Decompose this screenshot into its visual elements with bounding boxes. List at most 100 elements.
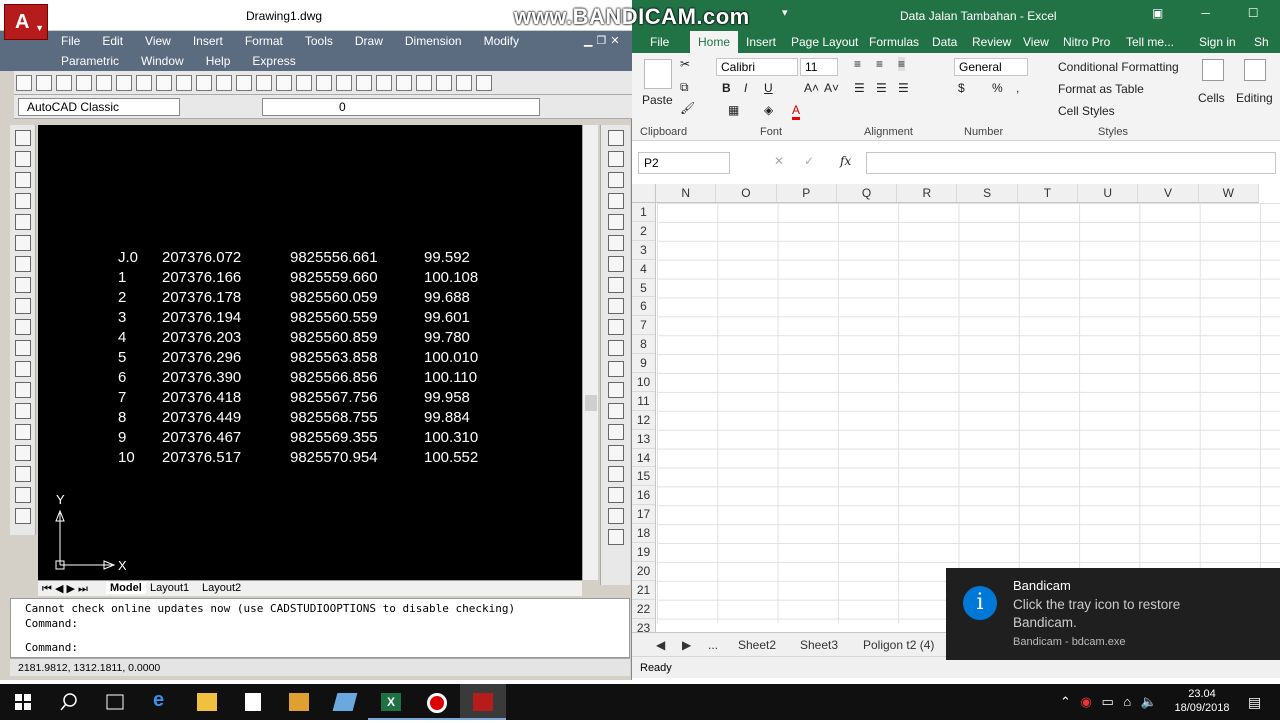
workspace-select[interactable]: AutoCAD Classic bbox=[18, 98, 180, 116]
font-name-select[interactable]: Calibri bbox=[716, 58, 798, 76]
revision-cloud-icon[interactable] bbox=[14, 277, 31, 293]
cells-button[interactable]: Cells bbox=[1198, 91, 1225, 105]
maximize-icon[interactable]: ☐ bbox=[1248, 6, 1259, 20]
extend-icon[interactable] bbox=[607, 340, 624, 356]
ribbon-display-icon[interactable]: ▣ bbox=[1152, 6, 1163, 20]
tab-nav-icon[interactable]: ⏮ ◀ ▶ ⏭ bbox=[42, 582, 88, 596]
block-editor-icon[interactable] bbox=[236, 75, 252, 91]
sheet-tab-poligon[interactable]: Poligon t2 (4) bbox=[863, 638, 934, 652]
sheet-tab-sheet2[interactable]: Sheet2 bbox=[738, 638, 776, 652]
copy-icon[interactable] bbox=[176, 75, 192, 91]
row-header[interactable]: 2 bbox=[632, 222, 655, 241]
spline-icon[interactable] bbox=[14, 298, 31, 314]
hatch-icon[interactable] bbox=[14, 424, 31, 440]
row-header[interactable]: 1 bbox=[632, 203, 655, 222]
quickcalc-icon[interactable] bbox=[476, 75, 492, 91]
sheet-prev-icon[interactable]: ◀ bbox=[656, 638, 665, 652]
column-header[interactable]: U bbox=[1078, 184, 1139, 202]
enter-icon[interactable]: ✓ bbox=[804, 154, 814, 168]
row-header[interactable]: 22 bbox=[632, 600, 655, 619]
volume-icon[interactable]: 🔈 bbox=[1141, 694, 1157, 709]
erase-icon[interactable] bbox=[607, 130, 624, 146]
column-header[interactable]: S bbox=[957, 184, 1018, 202]
fill-color-icon[interactable]: ◈ bbox=[764, 103, 773, 117]
grow-font-icon[interactable]: A˄ bbox=[804, 81, 819, 95]
group-icon[interactable] bbox=[607, 508, 624, 524]
restore-icon[interactable]: ❐ bbox=[596, 34, 606, 47]
row-header[interactable]: 19 bbox=[632, 543, 655, 562]
draw-order-icon[interactable] bbox=[607, 466, 624, 482]
edge-button[interactable]: e bbox=[138, 684, 184, 720]
row-header[interactable]: 9 bbox=[632, 354, 655, 374]
tab-home[interactable]: Home bbox=[690, 31, 739, 53]
tab-file[interactable]: File bbox=[650, 35, 669, 49]
format-as-table-button[interactable]: Format as Table bbox=[1058, 82, 1144, 96]
format-painter-icon[interactable]: 🖌 bbox=[680, 101, 695, 115]
copy-icon[interactable]: ⧉ bbox=[680, 80, 689, 95]
align-left-icon[interactable]: ☰ bbox=[854, 81, 865, 95]
name-box[interactable]: P2 bbox=[638, 152, 730, 174]
column-header[interactable]: N bbox=[656, 184, 717, 202]
mirror-icon[interactable] bbox=[607, 172, 624, 188]
menu-window[interactable]: Window bbox=[130, 51, 195, 71]
editing-button[interactable]: Editing bbox=[1236, 91, 1273, 105]
cut-icon[interactable] bbox=[156, 75, 172, 91]
new-icon[interactable] bbox=[16, 75, 32, 91]
task-view-button[interactable] bbox=[92, 684, 138, 720]
notification-toast[interactable]: i Bandicam Click the tray icon to restor… bbox=[946, 568, 1280, 660]
tab-model[interactable]: Model bbox=[106, 582, 146, 594]
properties-icon[interactable] bbox=[376, 75, 392, 91]
drawing-canvas[interactable]: J.0 207376.072 9825556.661 99.592 1 207376.16… bbox=[38, 125, 582, 580]
canvas-vertical-scrollbar[interactable] bbox=[582, 125, 598, 580]
zoom-previous-icon[interactable] bbox=[356, 75, 372, 91]
media-button[interactable] bbox=[276, 684, 322, 720]
arc-icon[interactable] bbox=[14, 235, 31, 251]
insert-function-icon[interactable]: fx bbox=[840, 154, 851, 168]
match-properties-icon[interactable] bbox=[216, 75, 232, 91]
cut-icon[interactable]: ✂ bbox=[680, 57, 690, 71]
tab-insert[interactable]: Insert bbox=[746, 35, 776, 49]
network-icon[interactable]: ⌂ bbox=[1123, 694, 1131, 709]
row-header[interactable]: 13 bbox=[632, 430, 655, 449]
tab-nitro-pro[interactable]: Nitro Pro bbox=[1063, 35, 1110, 49]
menu-help[interactable]: Help bbox=[195, 51, 242, 71]
cell-styles-button[interactable]: Cell Styles bbox=[1058, 104, 1115, 118]
markup-icon[interactable] bbox=[456, 75, 472, 91]
row-header[interactable]: 6 bbox=[632, 297, 655, 317]
quick-access-dropdown-icon[interactable]: ▾ bbox=[782, 6, 788, 19]
file-explorer-button[interactable] bbox=[184, 684, 230, 720]
sheet-set-icon[interactable] bbox=[436, 75, 452, 91]
sheet-tab-sheet3[interactable]: Sheet3 bbox=[800, 638, 838, 652]
layer-select[interactable]: 0 bbox=[262, 98, 540, 116]
battery-icon[interactable]: ▭ bbox=[1102, 694, 1114, 709]
row-header[interactable]: 11 bbox=[632, 392, 655, 411]
underline-button[interactable]: U bbox=[764, 81, 773, 95]
cells-icon[interactable] bbox=[1202, 59, 1224, 81]
trim-icon[interactable] bbox=[607, 319, 624, 335]
autocad-taskbar-button[interactable] bbox=[460, 684, 506, 720]
command-input[interactable]: Command: bbox=[25, 641, 78, 654]
number-format-select[interactable]: General bbox=[954, 58, 1028, 76]
select-all-corner[interactable] bbox=[632, 184, 656, 203]
tab-layout1[interactable]: Layout1 bbox=[150, 582, 189, 594]
menu-format[interactable]: Format bbox=[234, 31, 294, 51]
row-header[interactable]: 5 bbox=[632, 279, 655, 298]
gradient-icon[interactable] bbox=[14, 445, 31, 461]
pan-icon[interactable] bbox=[296, 75, 312, 91]
break-icon[interactable] bbox=[607, 361, 624, 377]
open-icon[interactable] bbox=[36, 75, 52, 91]
minimize-icon[interactable]: ▁ bbox=[584, 34, 592, 47]
circle-icon[interactable] bbox=[14, 256, 31, 272]
menu-express[interactable]: Express bbox=[241, 51, 306, 71]
zoom-realtime-icon[interactable] bbox=[316, 75, 332, 91]
row-header[interactable]: 8 bbox=[632, 335, 655, 355]
save-icon[interactable] bbox=[56, 75, 72, 91]
italic-button[interactable]: I bbox=[744, 81, 747, 95]
align-right-icon[interactable]: ☰ bbox=[898, 81, 909, 95]
borders-icon[interactable]: ▦ bbox=[728, 103, 739, 117]
plot-preview-icon[interactable] bbox=[96, 75, 112, 91]
column-header[interactable]: R bbox=[897, 184, 958, 202]
column-header[interactable]: V bbox=[1138, 184, 1199, 202]
row-header[interactable]: 21 bbox=[632, 581, 655, 600]
align-center-icon[interactable]: ☰ bbox=[876, 81, 887, 95]
